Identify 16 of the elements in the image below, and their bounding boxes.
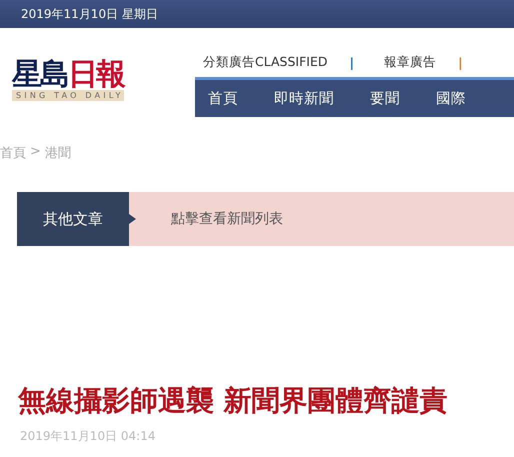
- headline: 無線攝影師遇襲 新聞界團體齊譴責: [18, 383, 449, 419]
- header-link[interactable]: 分類廣告CLASSIFIED: [203, 54, 328, 71]
- nav-item[interactable]: 即時新聞: [274, 89, 334, 108]
- news-list-link[interactable]: 點擊查看新聞列表: [171, 210, 283, 228]
- breadcrumb-current: 港聞: [44, 145, 71, 162]
- separator: |: [350, 55, 354, 70]
- pointer-icon: [129, 214, 136, 224]
- breadcrumb-separator: >: [30, 144, 41, 161]
- header-link[interactable]: 報章廣告: [384, 54, 436, 71]
- date-text: 2019年11月10日 星期日: [21, 6, 158, 22]
- nav-item[interactable]: 國際: [436, 89, 466, 108]
- separator: |: [458, 55, 463, 70]
- nav-item[interactable]: 首頁: [208, 89, 238, 108]
- logo[interactable]: 星島日報 SING TAO DAILY: [12, 60, 124, 101]
- nav-item[interactable]: 要聞: [370, 89, 400, 108]
- timestamp: 2019年11月10日 04:14: [20, 428, 156, 445]
